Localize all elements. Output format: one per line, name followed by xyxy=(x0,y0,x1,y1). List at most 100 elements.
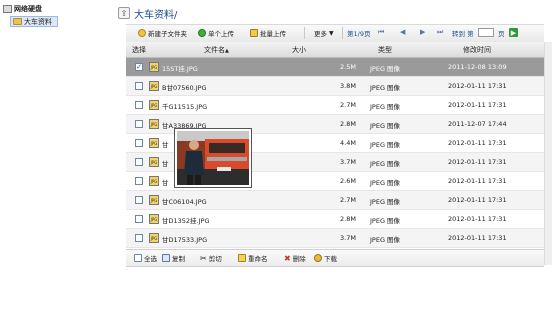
header-modified[interactable]: 修改时间 xyxy=(463,45,491,55)
single-upload-label: 单个上传 xyxy=(208,30,234,38)
row-checkbox[interactable] xyxy=(135,101,143,109)
header-select: 选择 xyxy=(132,46,146,54)
disk-icon xyxy=(3,5,12,13)
select-all-checkbox[interactable]: 全选 xyxy=(134,253,157,263)
file-size: 3.7M xyxy=(340,234,356,242)
file-name[interactable]: 千G11515.JPG xyxy=(162,101,207,111)
scrollbar[interactable] xyxy=(544,42,552,265)
file-modified: 2011-12-07 17:44 xyxy=(448,120,507,128)
go-icon[interactable]: ▶ xyxy=(509,28,518,37)
plus-icon xyxy=(198,29,206,37)
page-suffix: 页 xyxy=(498,27,505,39)
file-modified: 2012-01-11 17:31 xyxy=(448,177,507,185)
last-page-icon[interactable]: ⏭ xyxy=(437,28,443,37)
folder-icon xyxy=(13,18,22,25)
file-modified: 2012-01-11 17:31 xyxy=(448,101,507,109)
row-checkbox[interactable] xyxy=(135,158,143,166)
row-checkbox[interactable] xyxy=(135,215,143,223)
new-folder-button[interactable]: 新建子文件夹 xyxy=(138,27,187,39)
folder-title: 大车资料/ xyxy=(134,9,178,21)
download-icon xyxy=(314,254,322,262)
tree-root-network-disk[interactable]: 网络硬盘 xyxy=(3,4,42,14)
file-modified: 2012-01-11 17:31 xyxy=(448,82,507,90)
page-indicator-label: 第1/9页 xyxy=(347,30,371,38)
file-type: JPEG 图像 xyxy=(370,160,401,168)
row-checkbox[interactable] xyxy=(135,177,143,185)
rename-label: 重命名 xyxy=(248,255,268,263)
table-row[interactable]: JPG B甘07560.JPG 3.8M JPEG 图像 2012-01-11 17:3… xyxy=(126,77,544,96)
file-size: 2.8M xyxy=(340,215,356,223)
first-page-icon[interactable]: ⏮ xyxy=(378,28,384,37)
copy-label: 复制 xyxy=(172,255,185,263)
jpg-file-icon: JPG xyxy=(149,100,159,110)
file-name[interactable]: 甘 xyxy=(162,158,169,168)
row-checkbox[interactable] xyxy=(135,196,143,204)
next-page-icon[interactable]: ▶ xyxy=(420,28,425,36)
file-modified: 2012-01-11 17:31 xyxy=(448,234,507,242)
file-type: JPEG 图像 xyxy=(370,65,401,73)
file-name[interactable]: 甘 xyxy=(162,177,169,187)
goto-text: 转到 第 xyxy=(452,30,474,38)
page-indicator: 第1/9页 xyxy=(347,27,370,39)
row-checkbox[interactable]: ✓ xyxy=(135,63,143,71)
page-number-input[interactable] xyxy=(478,28,494,37)
rename-button[interactable]: 重命名 xyxy=(238,253,268,263)
table-row[interactable]: JPG 甘D17533.JPG 3.7M JPEG 图像 2012-01-11 17:3… xyxy=(126,229,544,248)
row-checkbox[interactable] xyxy=(135,82,143,90)
copy-icon xyxy=(162,254,170,262)
table-row[interactable]: JPG 千G11515.JPG 2.7M JPEG 图像 2012-01-11 17:3… xyxy=(126,96,544,115)
table-row[interactable]: JPG 甘C06104.JPG 2.7M JPEG 图像 2012-01-11 17:3… xyxy=(126,191,544,210)
file-name[interactable]: 甘 xyxy=(162,139,169,149)
download-button[interactable]: 下载 xyxy=(314,253,337,263)
file-size: 3.8M xyxy=(340,82,356,90)
file-name[interactable]: 甘C06104.JPG xyxy=(162,196,207,206)
copy-button[interactable]: 复制 xyxy=(162,253,185,263)
file-name[interactable]: 15ST挂.JPG xyxy=(162,63,198,73)
title-row: ⇪ 大车资料/ xyxy=(118,6,178,21)
header-filename[interactable]: 文件名▲ xyxy=(204,45,229,55)
file-name[interactable]: 甘D17533.JPG xyxy=(162,234,207,244)
cut-button[interactable]: ✂ 剪切 xyxy=(200,253,222,264)
row-checkbox[interactable] xyxy=(135,120,143,128)
batch-upload-button[interactable]: 批量上传 xyxy=(250,27,286,39)
jpg-file-icon: JPG xyxy=(149,157,159,167)
file-size: 2.8M xyxy=(340,120,356,128)
file-name[interactable]: B甘07560.JPG xyxy=(162,82,207,92)
file-size: 2.7M xyxy=(340,196,356,204)
delete-button[interactable]: ✖ 删除 xyxy=(284,253,306,264)
folder-tree: 网络硬盘 大车资料 xyxy=(0,0,118,332)
file-name[interactable]: 甘D1352挂.JPG xyxy=(162,215,210,225)
chevron-down-icon: ▼ xyxy=(329,29,334,37)
checkbox-icon xyxy=(134,254,142,262)
jpg-file-icon: JPG xyxy=(149,138,159,148)
delete-label: 删除 xyxy=(292,255,306,263)
single-upload-button[interactable]: 单个上传 xyxy=(198,27,234,39)
jpg-file-icon: JPG xyxy=(149,233,159,243)
toolbar-divider xyxy=(304,27,305,39)
more-dropdown[interactable]: 更多 ▼ xyxy=(314,27,334,39)
batch-upload-label: 批量上传 xyxy=(260,30,286,38)
row-checkbox[interactable] xyxy=(135,234,143,242)
goto-label: 转到 第 xyxy=(452,27,474,39)
table-row[interactable]: ✓ JPG 15ST挂.JPG 2.5M JPEG 图像 2011-12-08 13:09 xyxy=(126,58,544,77)
row-checkbox[interactable] xyxy=(135,139,143,147)
up-folder-icon[interactable]: ⇪ xyxy=(118,7,130,19)
jpg-file-icon: JPG xyxy=(149,195,159,205)
cut-label: 剪切 xyxy=(208,255,222,263)
download-label: 下载 xyxy=(324,255,337,263)
new-folder-label: 新建子文件夹 xyxy=(148,30,187,38)
more-label: 更多 xyxy=(314,30,327,38)
tree-item-truck-data[interactable]: 大车资料 xyxy=(10,16,58,27)
header-type[interactable]: 类型 xyxy=(378,45,392,55)
file-size: 2.6M xyxy=(340,177,356,185)
table-row[interactable]: JPG 甘D1352挂.JPG 2.8M JPEG 图像 2012-01-11 17:3… xyxy=(126,210,544,229)
table-header: 选择 文件名▲ 大小 类型 修改时间 xyxy=(126,42,544,58)
header-size[interactable]: 大小 xyxy=(292,45,306,55)
delete-icon: ✖ xyxy=(284,253,291,263)
file-type: JPEG 图像 xyxy=(370,141,401,149)
action-bar: 全选 复制 ✂ 剪切 重命名 ✖ 删除 下载 xyxy=(126,249,544,267)
prev-page-icon[interactable]: ◀ xyxy=(400,28,405,36)
tree-root-label: 网络硬盘 xyxy=(14,5,42,13)
jpg-file-icon: JPG xyxy=(149,62,159,72)
file-type: JPEG 图像 xyxy=(370,217,401,225)
